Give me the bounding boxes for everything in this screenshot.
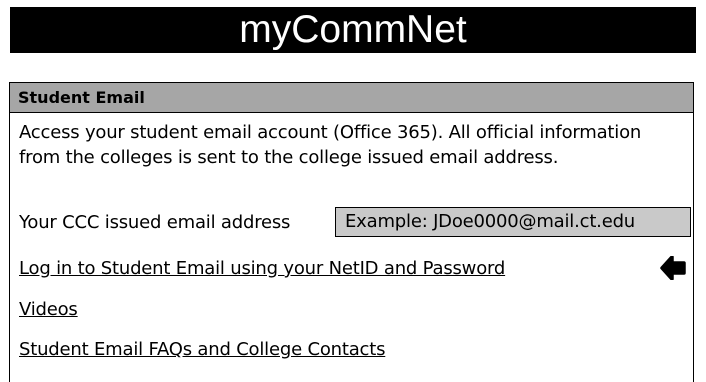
videos-link[interactable]: Videos — [19, 299, 78, 321]
login-student-email-link[interactable]: Log in to Student Email using your NetID… — [19, 258, 505, 280]
student-email-faq-link[interactable]: Student Email FAQs and College Contacts — [19, 339, 385, 361]
site-banner: myCommNet — [10, 7, 696, 53]
email-address-field[interactable]: Example: JDoe0000@mail.ct.edu — [335, 207, 691, 237]
student-email-panel: Student Email Access your student email … — [9, 82, 694, 382]
banner-title: myCommNet — [239, 8, 467, 51]
email-address-label: Your CCC issued email address — [19, 212, 291, 233]
panel-header: Student Email — [10, 83, 693, 113]
return-arrow-icon[interactable] — [660, 256, 688, 280]
panel-description: Access your student email account (Offic… — [19, 122, 642, 168]
